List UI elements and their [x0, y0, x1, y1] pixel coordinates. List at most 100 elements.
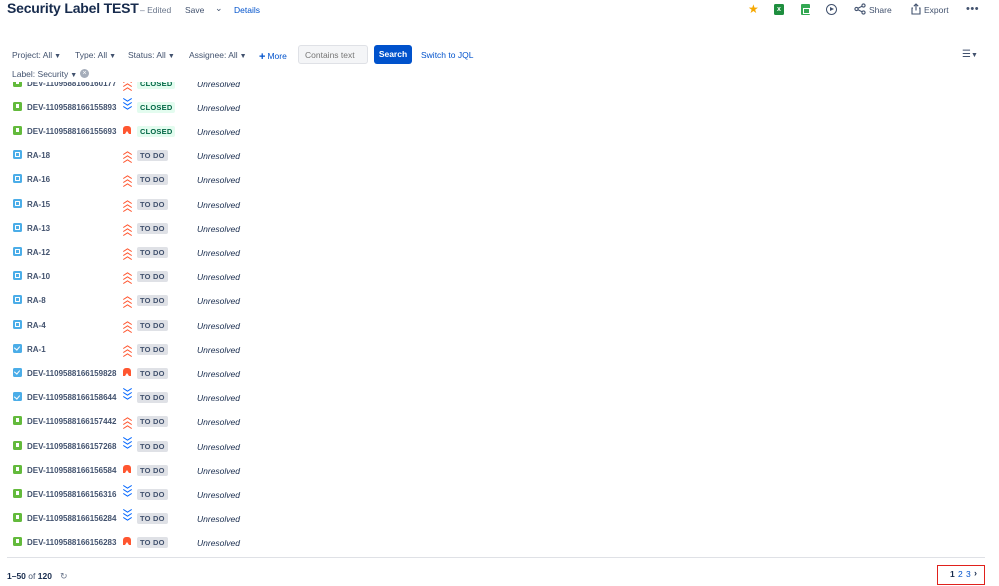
resolution: Unresolved — [197, 417, 240, 428]
issue-key[interactable]: DEV-1109588166158644 — [27, 393, 116, 402]
type-filter[interactable]: Type: All ▼ — [75, 50, 116, 60]
issue-row[interactable]: RA-1 ︿ ︿ ︿ TO DO Unresolved — [0, 339, 999, 359]
priority-lowest-icon: ﹀ ﹀ ﹀ — [123, 388, 133, 407]
issue-row[interactable]: RA-13 ︿ ︿ ︿ TO DO Unresolved — [0, 218, 999, 238]
issue-row[interactable]: DEV-1109588166160177 ︿︿︿ CLOSED Unresolved — [0, 82, 999, 93]
status-badge: CLOSED — [137, 101, 176, 113]
excel-icon[interactable]: x — [774, 4, 784, 15]
task-type-icon — [13, 392, 22, 402]
issue-key[interactable]: DEV-1109588166156316 — [27, 490, 116, 499]
export-button[interactable]: Export — [924, 5, 949, 15]
play-icon[interactable] — [826, 4, 837, 15]
issue-row[interactable]: DEV-1109588166156584 TO DO Unresolved — [0, 460, 999, 480]
issue-key[interactable]: DEV-1109588166159828 — [27, 369, 116, 378]
issue-row[interactable]: RA-12 ︿ ︿ ︿ TO DO Unresolved — [0, 242, 999, 262]
issue-key[interactable]: DEV-1109588166156283 — [27, 538, 116, 547]
save-button[interactable]: Save — [185, 5, 204, 15]
refresh-icon[interactable]: ↻ — [60, 571, 68, 582]
priority-blocker-icon — [123, 464, 131, 474]
issue-key[interactable]: RA-1 — [27, 345, 46, 354]
project-filter[interactable]: Project: All ▼ — [12, 50, 61, 60]
chevron-down-icon: ▼ — [70, 72, 78, 79]
issue-key[interactable]: DEV-1109588166160177 — [27, 82, 116, 88]
issue-row[interactable]: DEV-1109588166156316 ﹀ ﹀ ﹀ TO DO Unresolved — [0, 484, 999, 504]
pagination: 1 2 3 › — [937, 565, 985, 585]
priority-highest-icon: ︿︿︿ — [123, 146, 133, 165]
issue-key[interactable]: DEV-1109588166156584 — [27, 466, 116, 475]
star-icon[interactable]: ★ — [748, 2, 760, 16]
issue-row[interactable]: RA-4 ︿ ︿ ︿ TO DO Unresolved — [0, 315, 999, 335]
priority-highest-icon: ︿︿︿ — [123, 291, 133, 310]
issue-row[interactable]: DEV-1109588166155693 CLOSED Unresolved — [0, 121, 999, 141]
priority-highest-icon: ︿︿︿ — [123, 267, 133, 286]
issue-row[interactable]: DEV-1109588166159828 TO DO Unresolved — [0, 363, 999, 383]
issue-key[interactable]: RA-18 — [27, 151, 50, 160]
issue-key[interactable]: DEV-1109588166156284 — [27, 514, 116, 523]
story-type-icon — [13, 440, 22, 450]
resolution: Unresolved — [197, 272, 240, 283]
priority-highest-icon: ︿︿︿ — [123, 412, 133, 431]
details-link[interactable]: Details — [234, 5, 260, 15]
status-badge: TO DO — [137, 392, 168, 404]
list-view-icon[interactable]: ☰▼ — [962, 49, 978, 60]
more-filters-button[interactable]: + More — [259, 50, 287, 63]
search-input[interactable] — [298, 45, 368, 64]
issue-key[interactable]: DEV-1109588166155893 — [27, 103, 116, 112]
issue-row[interactable]: DEV-1109588166156283 TO DO Unresolved — [0, 532, 999, 552]
priority-highest-icon: ︿︿︿ — [123, 170, 133, 189]
issue-row[interactable]: RA-15 ︿ ︿ ︿ TO DO Unresolved — [0, 194, 999, 214]
issue-key[interactable]: RA-16 — [27, 175, 50, 184]
assignee-filter[interactable]: Assignee: All ▼ — [189, 50, 247, 60]
search-button[interactable]: Search — [374, 45, 412, 64]
subtask-type-icon — [13, 198, 22, 208]
issue-row[interactable]: DEV-1109588166158644 ﹀ ﹀ ﹀ TO DO Unresolved — [0, 387, 999, 407]
share-icon[interactable] — [854, 3, 866, 15]
issue-key[interactable]: DEV-1109588166155693 — [27, 127, 116, 136]
story-type-icon — [13, 101, 22, 111]
google-sheets-icon[interactable] — [801, 4, 810, 15]
subtask-type-icon — [13, 271, 22, 281]
issue-row[interactable]: RA-18 ︿ ︿ ︿ TO DO Unresolved — [0, 145, 999, 165]
save-options-chevron-icon[interactable]: ⌄ — [215, 3, 223, 14]
page-3[interactable]: 3 — [966, 569, 971, 579]
issue-row[interactable]: DEV-1109588166155893 ﹀ ﹀ ﹀ CLOSED Unresolved — [0, 97, 999, 117]
issue-key[interactable]: RA-10 — [27, 272, 50, 281]
issue-row[interactable]: DEV-1109588166157442 ︿ ︿ ︿ TO DO Unresolved — [0, 411, 999, 431]
status-filter[interactable]: Status: All ▼ — [128, 50, 175, 60]
issue-key[interactable]: RA-4 — [27, 321, 46, 330]
label-filter[interactable]: Label: Security ▼ — [12, 69, 77, 79]
resolution: Unresolved — [197, 393, 240, 404]
resolution: Unresolved — [197, 199, 240, 210]
status-badge: TO DO — [137, 343, 168, 355]
issue-row[interactable]: DEV-1109588166157268 ﹀ ﹀ ﹀ TO DO Unresolved — [0, 436, 999, 456]
next-page-icon[interactable]: › — [974, 568, 977, 578]
issue-key[interactable]: DEV-1109588166157442 — [27, 417, 116, 426]
share-button[interactable]: Share — [869, 5, 892, 15]
switch-to-jql-link[interactable]: Switch to JQL — [421, 50, 473, 60]
subtask-type-icon — [13, 222, 22, 232]
page-2[interactable]: 2 — [958, 569, 963, 579]
issue-key[interactable]: RA-15 — [27, 200, 50, 209]
issue-key[interactable]: DEV-1109588166157268 — [27, 442, 116, 451]
result-of: of — [28, 571, 36, 581]
result-count: 1–50 of 120 — [7, 571, 52, 581]
resolution: Unresolved — [197, 223, 240, 234]
divider — [7, 557, 985, 558]
priority-blocker-icon — [123, 367, 131, 377]
status-badge: TO DO — [137, 295, 168, 307]
issue-key[interactable]: RA-12 — [27, 248, 50, 257]
status-badge: TO DO — [137, 488, 168, 500]
clear-icon[interactable]: × — [80, 69, 89, 78]
issue-row[interactable]: RA-8 ︿ ︿ ︿ TO DO Unresolved — [0, 290, 999, 310]
resolution: Unresolved — [197, 320, 240, 331]
priority-highest-icon: ︿︿︿ — [123, 315, 133, 334]
issue-key[interactable]: RA-13 — [27, 224, 50, 233]
issue-row[interactable]: DEV-1109588166156284 ﹀ ﹀ ﹀ TO DO Unresolved — [0, 508, 999, 528]
more-icon[interactable]: ••• — [966, 3, 979, 15]
page-1[interactable]: 1 — [950, 569, 955, 579]
story-type-icon — [13, 513, 22, 523]
export-icon[interactable] — [910, 3, 922, 15]
issue-row[interactable]: RA-10 ︿ ︿ ︿ TO DO Unresolved — [0, 266, 999, 286]
issue-key[interactable]: RA-8 — [27, 296, 46, 305]
issue-row[interactable]: RA-16 ︿ ︿ ︿ TO DO Unresolved — [0, 169, 999, 189]
